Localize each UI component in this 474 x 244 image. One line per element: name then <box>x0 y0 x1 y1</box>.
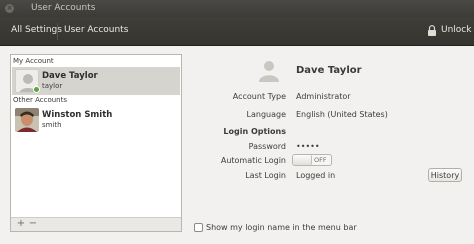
close-icon[interactable]: × <box>5 4 14 13</box>
online-status-icon <box>33 86 40 93</box>
automatic-login-toggle[interactable]: OFF <box>292 154 332 166</box>
automatic-login-label: Automatic Login <box>220 156 286 165</box>
account-row-dave-taylor[interactable]: Dave Taylor taylor <box>12 67 180 95</box>
last-login-value: Logged in <box>296 171 336 180</box>
accounts-list: My Account Dave Taylor taylor Other Acco… <box>10 54 182 232</box>
account-username: smith <box>42 121 62 129</box>
my-account-header: My Account <box>13 57 54 65</box>
user-full-name[interactable]: Dave Taylor <box>296 65 362 76</box>
avatar <box>15 108 39 132</box>
add-user-button[interactable]: + <box>16 218 26 230</box>
toggle-state: OFF <box>314 156 327 164</box>
history-button[interactable]: History <box>428 168 462 182</box>
account-type-label: Account Type <box>232 92 286 101</box>
language-label: Language <box>246 110 286 119</box>
account-name: Winston Smith <box>42 110 113 120</box>
other-accounts-header: Other Accounts <box>13 96 68 104</box>
show-login-name-label[interactable]: Show my login name in the menu bar <box>206 223 357 232</box>
login-options-header: Login Options <box>223 127 286 136</box>
password-value[interactable]: ••••• <box>296 142 320 151</box>
user-avatar-icon[interactable] <box>257 58 281 82</box>
last-login-label: Last Login <box>245 171 286 180</box>
breadcrumb: User Accounts <box>64 25 129 35</box>
account-row-winston-smith[interactable]: Winston Smith smith <box>12 106 180 134</box>
window-titlebar: × User Accounts <box>0 0 474 17</box>
toolbar-separator <box>57 23 58 40</box>
remove-user-button[interactable]: − <box>28 218 38 230</box>
toolbar: All Settings User Accounts Unlock <box>0 17 474 46</box>
toggle-knob <box>293 155 312 165</box>
user-photo-icon <box>15 108 39 132</box>
language-value[interactable]: English (United States) <box>296 110 388 119</box>
all-settings-button[interactable]: All Settings <box>11 25 62 35</box>
password-label: Password <box>248 142 286 151</box>
window-title: User Accounts <box>31 3 96 13</box>
account-type-value[interactable]: Administrator <box>296 92 351 101</box>
lock-icon[interactable] <box>427 25 437 36</box>
list-footer: + − <box>11 217 181 231</box>
unlock-button[interactable]: Unlock <box>441 25 471 35</box>
account-name: Dave Taylor <box>42 71 98 81</box>
account-username: taylor <box>42 82 63 90</box>
show-login-name-checkbox[interactable] <box>194 223 203 232</box>
